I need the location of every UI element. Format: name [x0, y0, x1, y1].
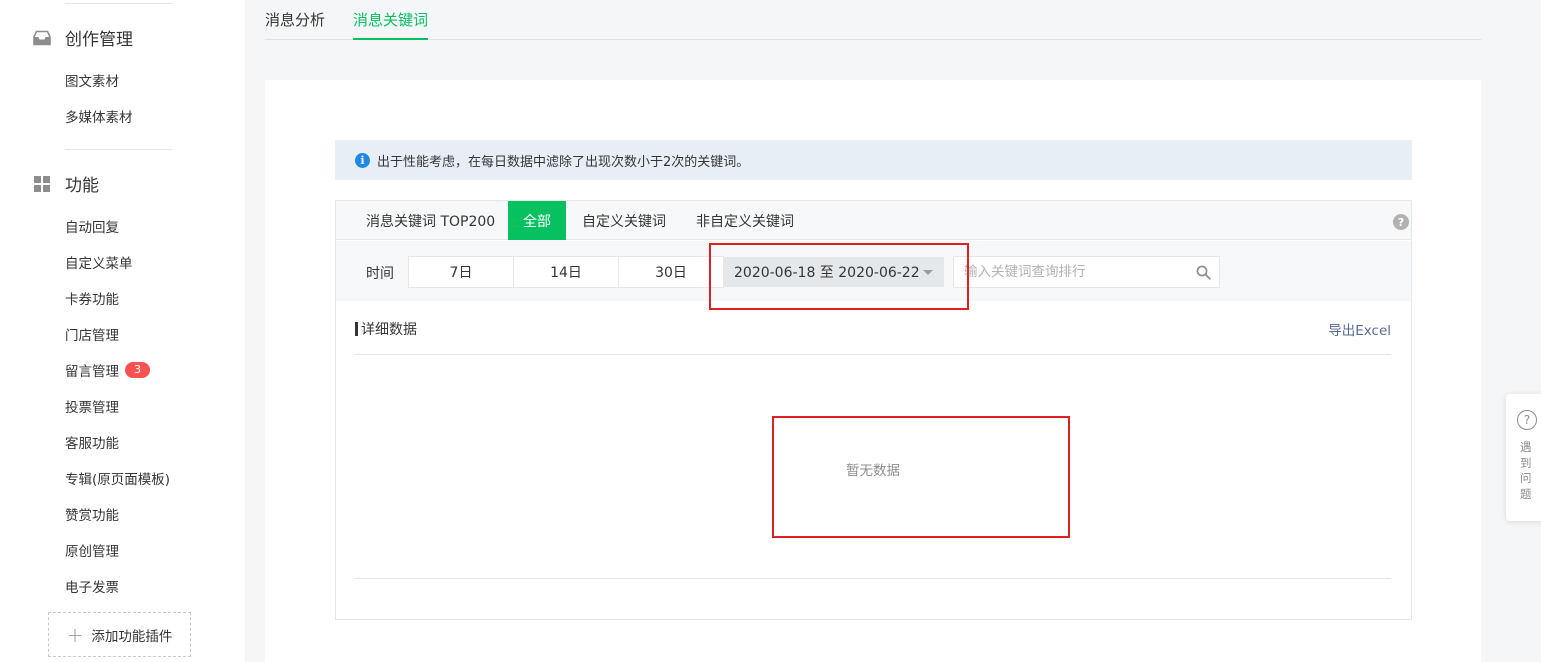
- sidebar-item-label: 自定义菜单: [65, 256, 133, 272]
- info-icon: i: [355, 152, 370, 168]
- sidebar-item-label: 专辑(原页面模板): [65, 472, 171, 488]
- sidebar-item-invoice[interactable]: 电子发票: [65, 576, 119, 596]
- sidebar-item-appreciation[interactable]: 赞赏功能: [65, 504, 119, 524]
- floating-help-button[interactable]: ? 遇到问题: [1506, 394, 1541, 521]
- notice-text: 出于性能考虑，在每日数据中滤除了出现次数小于2次的关键词。: [377, 154, 750, 170]
- tab-message-analysis[interactable]: 消息分析: [265, 9, 325, 40]
- add-plugin-label: 添加功能插件: [91, 628, 173, 645]
- sidebar-item-label: 原创管理: [65, 544, 119, 560]
- sidebar-item-label: 客服功能: [65, 436, 119, 452]
- sidebar-item-multimedia[interactable]: 多媒体素材: [65, 106, 133, 126]
- comments-count-badge: 3: [125, 362, 150, 378]
- caret-down-icon: [923, 270, 933, 275]
- grid-icon: [33, 175, 51, 193]
- divider: [355, 354, 1391, 355]
- sidebar-item-custom-menu[interactable]: 自定义菜单: [65, 252, 133, 272]
- floating-help-label: 遇到问题: [1520, 440, 1532, 501]
- keyword-search: [953, 256, 1220, 288]
- sidebar-section-create[interactable]: 创作管理: [33, 25, 133, 50]
- sidebar-item-image-text[interactable]: 图文素材: [65, 70, 119, 90]
- panel-tabs: 消息关键词 TOP200 全部 自定义关键词 非自定义关键词 ?: [336, 201, 1411, 240]
- title-bar-marker: [355, 322, 358, 336]
- range-7d-button[interactable]: 7日: [408, 256, 514, 288]
- tab-message-keywords[interactable]: 消息关键词: [353, 9, 429, 40]
- filter-row: 时间 7日 14日 30日 2020-06-18 至 2020-06-22: [336, 241, 1411, 301]
- search-icon[interactable]: [1196, 265, 1211, 280]
- detail-title-text: 详细数据: [361, 322, 417, 338]
- sidebar-item-original[interactable]: 原创管理: [65, 540, 119, 560]
- range-14d-button[interactable]: 14日: [513, 256, 619, 288]
- sidebar-item-label: 留言管理: [65, 364, 119, 380]
- sidebar: 创作管理 图文素材 多媒体素材 功能 自动回复 自定义菜单 卡券功能 门店管理 …: [0, 0, 245, 662]
- sidebar-item-label: 电子发票: [65, 580, 119, 596]
- range-30d-button[interactable]: 30日: [618, 256, 724, 288]
- sidebar-item-label: 赞赏功能: [65, 508, 119, 524]
- sidebar-item-customer-service[interactable]: 客服功能: [65, 432, 119, 452]
- date-range-value: 2020-06-18 至 2020-06-22: [734, 265, 920, 281]
- keyword-search-input[interactable]: [954, 257, 1184, 287]
- notice-banner: i 出于性能考虑，在每日数据中滤除了出现次数小于2次的关键词。: [335, 140, 1412, 180]
- sidebar-item-auto-reply[interactable]: 自动回复: [65, 216, 119, 236]
- sidebar-item-label: 投票管理: [65, 400, 119, 416]
- sidebar-divider: [65, 3, 172, 4]
- help-icon[interactable]: ?: [1393, 214, 1409, 230]
- sidebar-section-label: 创作管理: [65, 30, 133, 50]
- sidebar-item-label: 卡券功能: [65, 292, 119, 308]
- divider: [355, 578, 1391, 579]
- tab-custom-keywords[interactable]: 自定义关键词: [582, 201, 666, 240]
- top-tabs: 消息分析 消息关键词: [265, 0, 1481, 40]
- export-excel-link[interactable]: 导出Excel: [1328, 319, 1391, 339]
- time-label: 时间: [366, 266, 394, 282]
- tab-all[interactable]: 全部: [508, 201, 566, 240]
- sidebar-item-label: 门店管理: [65, 328, 119, 344]
- sidebar-item-stores[interactable]: 门店管理: [65, 324, 119, 344]
- sidebar-section-label: 功能: [65, 176, 99, 196]
- date-range-picker[interactable]: 2020-06-18 至 2020-06-22: [724, 257, 944, 287]
- inbox-icon: [33, 29, 51, 47]
- tab-non-custom-keywords[interactable]: 非自定义关键词: [696, 201, 794, 240]
- keyword-panel: 消息关键词 TOP200 全部 自定义关键词 非自定义关键词 ? 时间 7日 1…: [335, 200, 1412, 620]
- add-plugin-button[interactable]: + 添加功能插件: [48, 612, 191, 657]
- sidebar-item-voting[interactable]: 投票管理: [65, 396, 119, 416]
- sidebar-item-label: 图文素材: [65, 74, 119, 90]
- tab-top200[interactable]: 消息关键词 TOP200: [366, 201, 495, 240]
- sidebar-item-comments[interactable]: 留言管理 3: [65, 360, 150, 380]
- question-circle-icon: ?: [1517, 410, 1537, 430]
- plus-icon: +: [66, 622, 84, 647]
- sidebar-item-label: 多媒体素材: [65, 110, 133, 126]
- sidebar-item-label: 自动回复: [65, 220, 119, 236]
- sidebar-section-features[interactable]: 功能: [33, 171, 99, 196]
- sidebar-item-albums[interactable]: 专辑(原页面模板): [65, 468, 170, 488]
- sidebar-item-coupons[interactable]: 卡券功能: [65, 288, 119, 308]
- empty-state-text: 暂无数据: [846, 463, 900, 479]
- detail-section-title: 详细数据: [355, 319, 417, 339]
- sidebar-divider: [65, 149, 172, 150]
